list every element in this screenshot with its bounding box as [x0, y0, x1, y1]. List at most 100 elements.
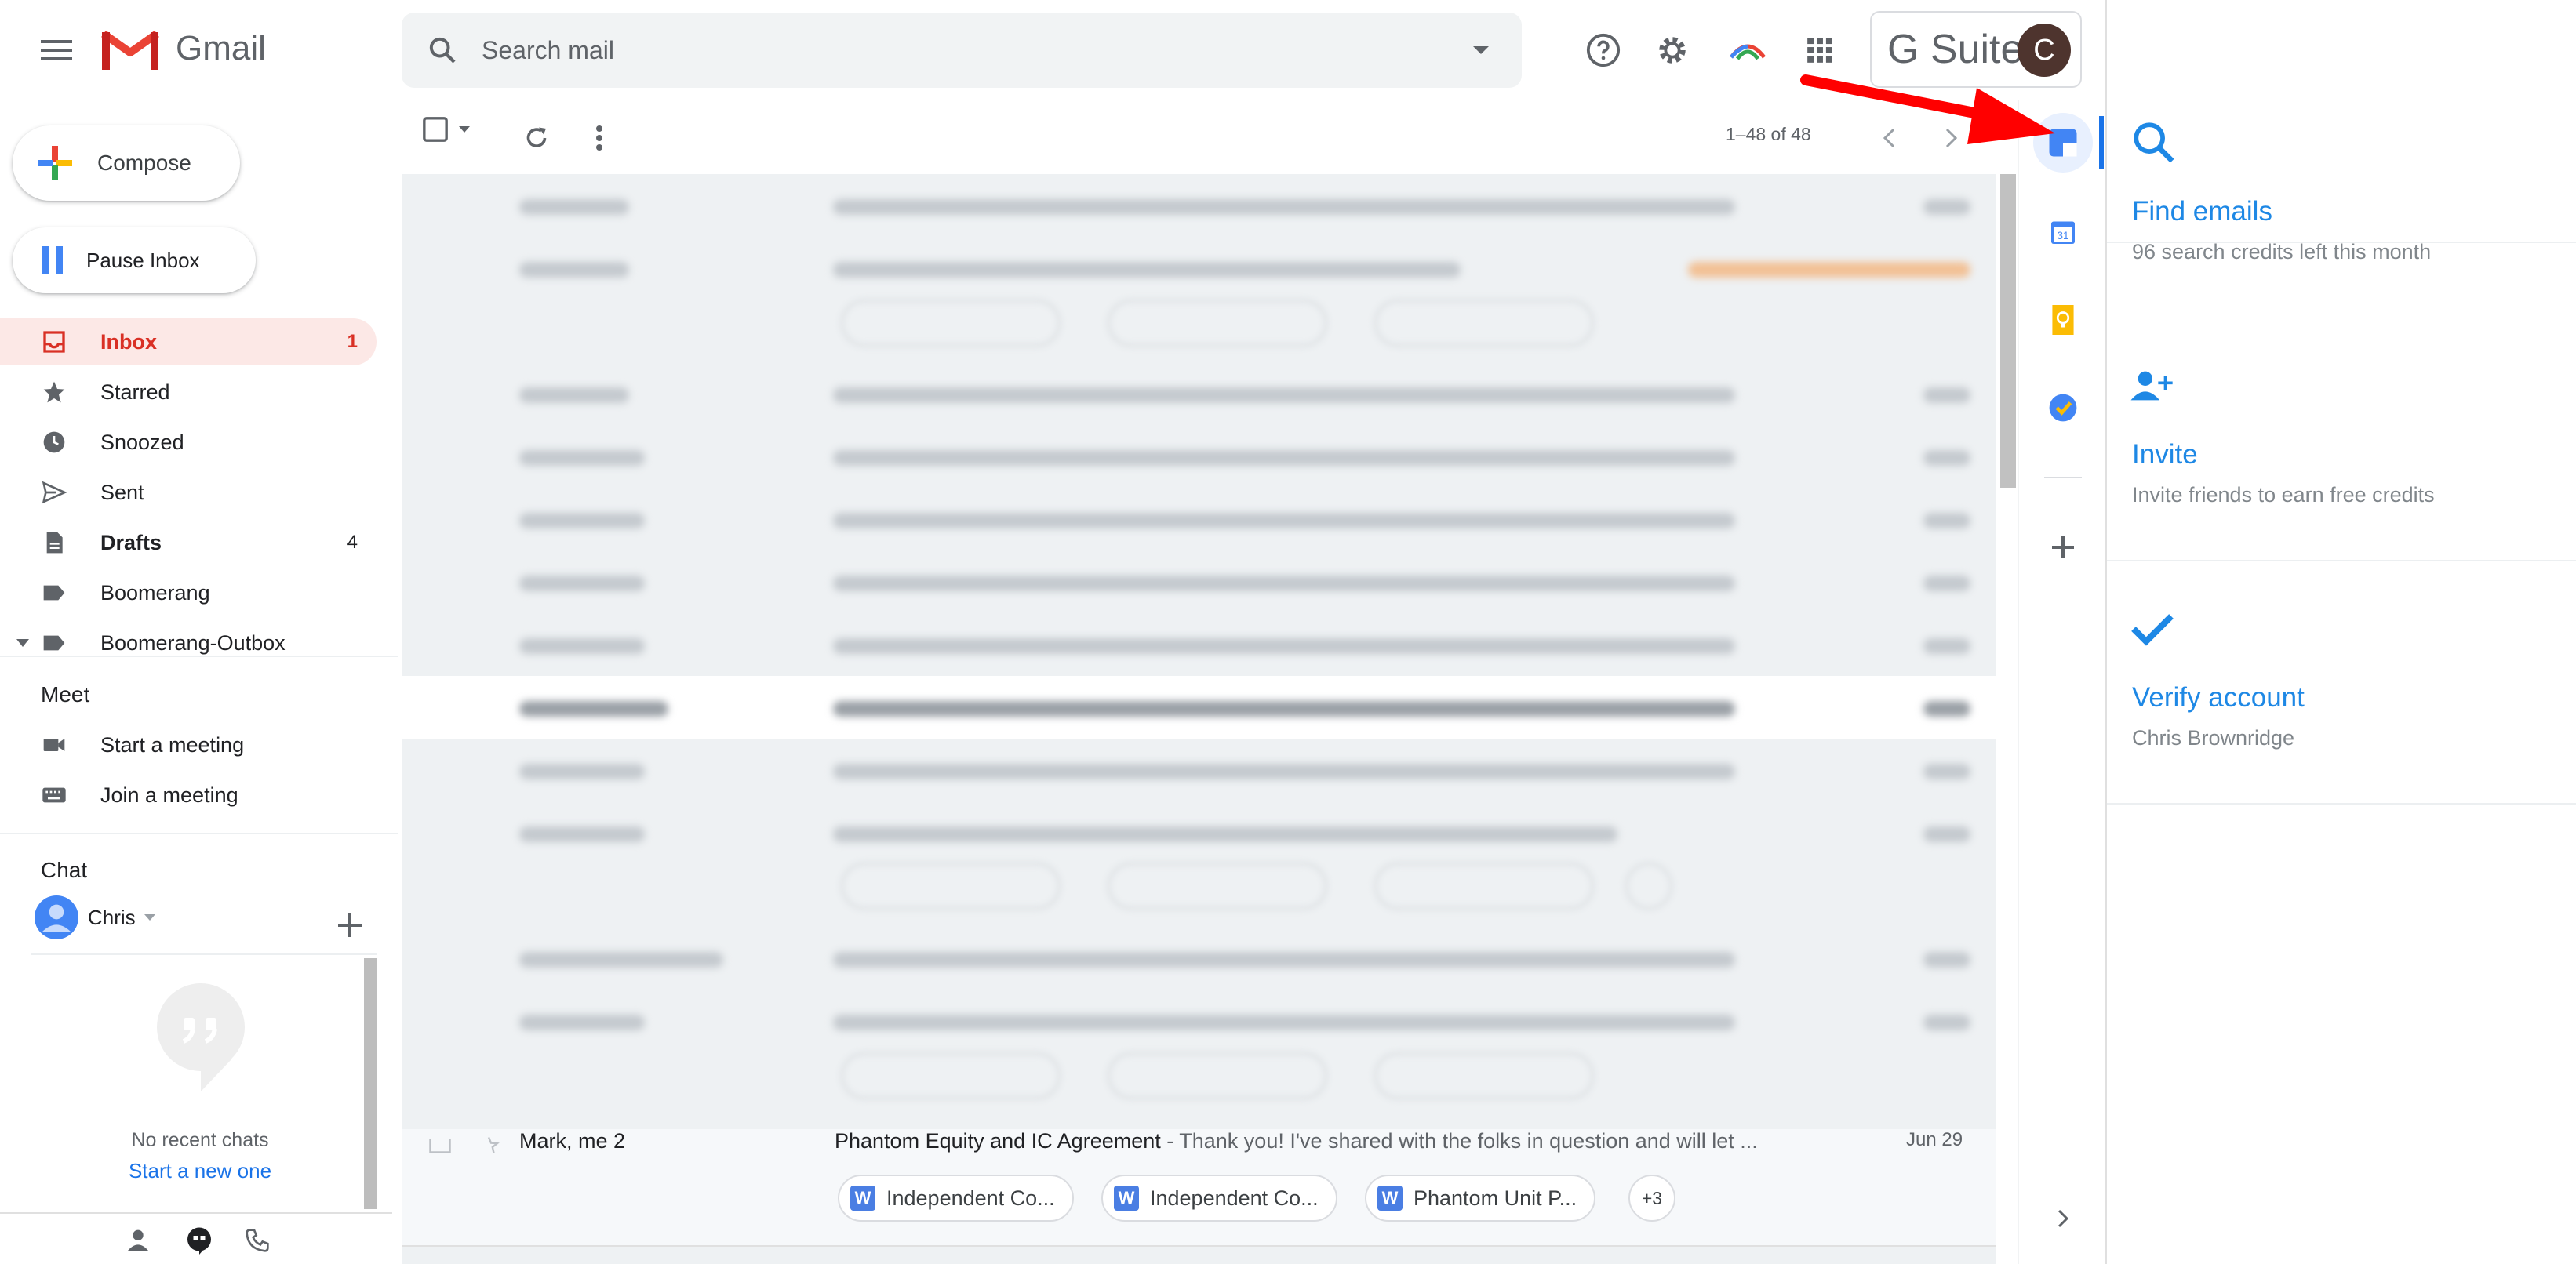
start-meeting-item[interactable]: Start a meeting	[0, 721, 377, 768]
blurred-email-row[interactable]	[402, 990, 1996, 1052]
main-menu-button[interactable]	[31, 27, 82, 74]
email-row[interactable]: Mark, me 2 Phantom Equity and IC Agreeme…	[402, 1129, 1996, 1247]
checkbox-icon[interactable]	[422, 116, 449, 143]
section-subtitle: 96 search credits left this month	[2132, 240, 2432, 263]
search-icon[interactable]	[427, 35, 458, 66]
attachment-chip[interactable]: W Independent Co...	[1101, 1175, 1337, 1222]
chat-divider	[31, 953, 377, 955]
addon-button[interactable]	[1723, 25, 1773, 75]
get-addons-button[interactable]	[2039, 524, 2087, 571]
help-button[interactable]	[1578, 25, 1628, 75]
chat-scrollbar[interactable]	[364, 958, 377, 1209]
search-bar[interactable]	[402, 13, 1522, 88]
nav-item-boomerang-outbox[interactable]: Boomerang-Outbox	[0, 619, 377, 667]
keep-lightbulb-icon	[2052, 305, 2074, 335]
email-preview: Phantom Equity and IC Agreement - Thank …	[835, 1129, 1823, 1153]
nav-item-sent[interactable]: Sent	[0, 469, 377, 516]
section-title[interactable]: Find emails	[2132, 196, 2272, 227]
blurred-email-row[interactable]	[402, 676, 1996, 739]
phone-icon[interactable]	[245, 1228, 270, 1253]
hangouts-quote-icon	[157, 983, 245, 1091]
more-vert-icon	[596, 125, 602, 151]
invite-section[interactable]: Invite Invite friends to earn free credi…	[2107, 318, 2576, 561]
section-title[interactable]: Verify account	[2132, 682, 2305, 714]
attachment-chip[interactable]: W Phantom Unit P...	[1365, 1175, 1596, 1222]
inbox-icon	[43, 331, 65, 353]
email-sender: Mark, me 2	[519, 1129, 626, 1153]
star-icon	[43, 381, 65, 403]
nav-divider	[0, 656, 398, 657]
attachment-name: Phantom Unit P...	[1414, 1186, 1577, 1210]
section-subtitle: Chris Brownridge	[2132, 726, 2295, 750]
tasks-button[interactable]	[2039, 384, 2087, 431]
blurred-email-row[interactable]	[402, 362, 1996, 425]
chevron-right-icon	[2058, 1209, 2068, 1228]
attachment-chip[interactable]: W Independent Co...	[838, 1175, 1074, 1222]
keep-button[interactable]	[2039, 296, 2087, 343]
expand-arrow-icon[interactable]	[16, 638, 30, 648]
chat-user-name: Chris	[88, 905, 136, 929]
apps-grid-icon	[1807, 38, 1832, 63]
chat-section-title: Chat	[41, 858, 88, 882]
pause-inbox-label: Pause Inbox	[86, 248, 200, 272]
search-input[interactable]	[480, 35, 1406, 66]
row-star-icon[interactable]	[477, 1135, 500, 1154]
gmail-wordmark: Gmail	[176, 29, 266, 67]
email-snippet: - Thank you! I've shared with the folks …	[1160, 1129, 1758, 1153]
gear-icon	[1659, 37, 1686, 64]
email-list-scrollbar[interactable]	[2000, 174, 2016, 488]
join-meeting-item[interactable]: Join a meeting	[0, 772, 377, 819]
compose-label: Compose	[97, 151, 191, 175]
row-checkbox-icon[interactable]	[428, 1139, 452, 1154]
new-chat-button[interactable]	[329, 905, 370, 946]
blurred-email-row[interactable]	[402, 739, 1996, 801]
blurred-email-row[interactable]	[402, 488, 1996, 550]
find-emails-section[interactable]: Find emails 96 search credits left this …	[2107, 0, 2576, 263]
status-dropdown-icon[interactable]	[144, 913, 156, 921]
nav-item-boomerang[interactable]: Boomerang	[0, 569, 377, 616]
start-meeting-label: Start a meeting	[100, 732, 245, 757]
select-all-control[interactable]	[422, 116, 471, 143]
calendar-icon: 31	[2051, 221, 2075, 244]
section-title[interactable]: Invite	[2132, 439, 2198, 470]
email-subject: Phantom Equity and IC Agreement	[835, 1129, 1161, 1153]
email-list[interactable]	[402, 174, 1996, 1264]
blurred-email-row[interactable]	[402, 550, 1996, 613]
pause-icon	[42, 246, 63, 274]
verify-account-section[interactable]: Verify account Chris Brownridge	[2107, 561, 2576, 805]
blurred-email-row[interactable]	[402, 174, 1996, 237]
refresh-button[interactable]	[515, 116, 558, 160]
nav-item-starred[interactable]: Starred	[0, 369, 377, 416]
search-options-dropdown-icon[interactable]	[1472, 45, 1490, 56]
hide-side-panel-button[interactable]	[2039, 1195, 2087, 1242]
blurred-email-row[interactable]	[402, 237, 1996, 300]
word-doc-icon: W	[1114, 1186, 1139, 1211]
video-camera-icon	[43, 739, 65, 751]
meet-section-title: Meet	[41, 682, 90, 706]
compose-button[interactable]: Compose	[13, 125, 240, 201]
blurred-email-row[interactable]	[402, 425, 1996, 488]
gmail-logo[interactable]: Gmail	[100, 24, 266, 74]
add-person-icon	[2130, 371, 2173, 401]
more-attachments-chip[interactable]: +3	[1628, 1175, 1675, 1222]
pause-inbox-button[interactable]: Pause Inbox	[13, 227, 256, 293]
blurred-email-row[interactable]	[402, 613, 1996, 676]
more-actions-button[interactable]	[577, 116, 621, 160]
blurred-attachment-row	[402, 1044, 1996, 1107]
rainbow-addon-icon	[1730, 44, 1766, 60]
calendar-button[interactable]: 31	[2039, 209, 2087, 256]
select-dropdown-icon[interactable]	[458, 125, 471, 133]
nav-item-drafts[interactable]: Drafts 4	[0, 519, 377, 566]
hangouts-icon[interactable]	[185, 1226, 213, 1255]
chat-user-selector[interactable]: Chris	[35, 895, 156, 939]
refresh-icon	[526, 127, 547, 147]
blurred-email-row[interactable]	[402, 927, 1996, 990]
join-meeting-label: Join a meeting	[100, 783, 238, 807]
label-icon	[43, 585, 65, 601]
nav-item-label: Boomerang	[100, 580, 210, 605]
contacts-icon[interactable]	[126, 1228, 151, 1253]
start-new-chat-link[interactable]: Start a new one	[16, 1159, 384, 1183]
nav-item-snoozed[interactable]: Snoozed	[0, 419, 377, 466]
nav-item-inbox[interactable]: Inbox 1	[0, 318, 377, 365]
settings-button[interactable]	[1647, 25, 1697, 75]
